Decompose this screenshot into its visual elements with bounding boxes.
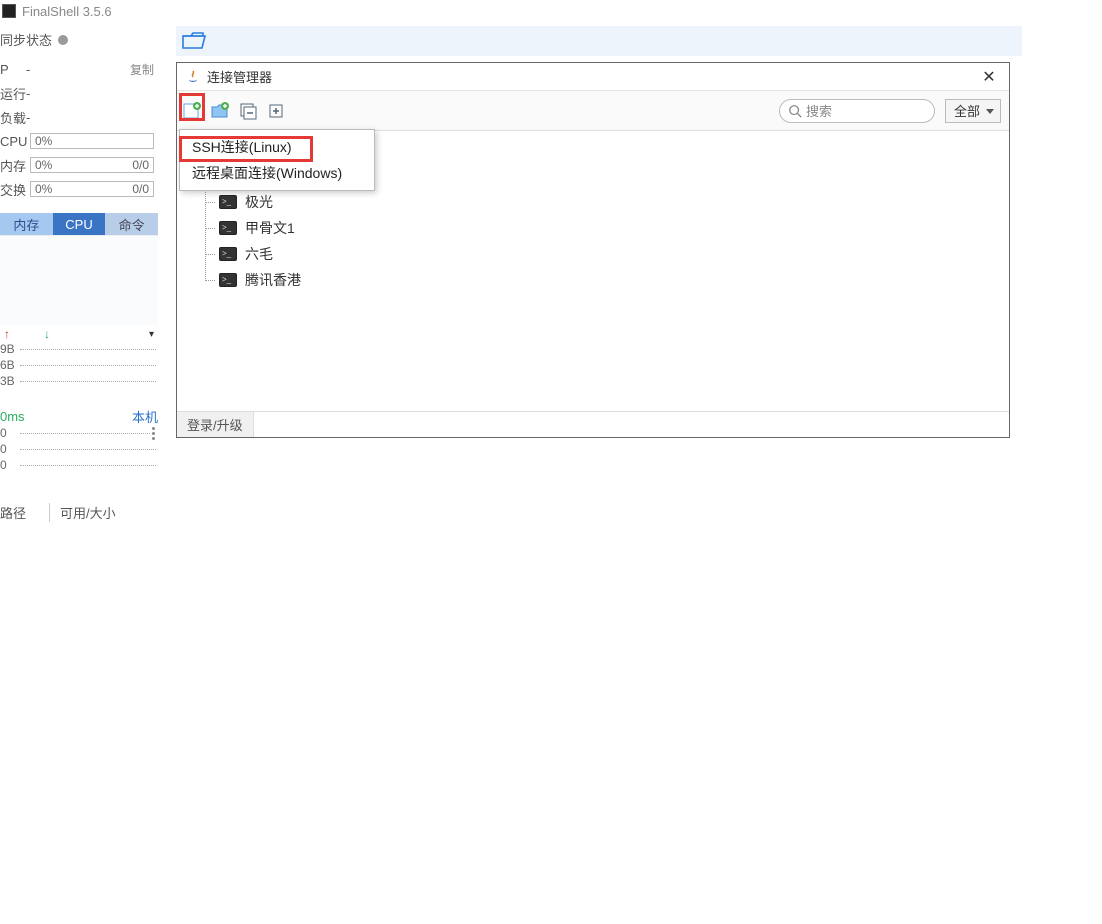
ping-row: 0ms 本机 — [0, 407, 158, 425]
col-path: 路径 — [0, 503, 50, 522]
upload-arrow-icon: ↑ — [4, 327, 10, 341]
load-label: 负载 — [0, 108, 26, 127]
copy-button[interactable]: 复制 — [130, 61, 154, 78]
net-label-2: 6B — [0, 358, 18, 372]
net-updown-row: ↑ ↓ ▾ — [0, 327, 158, 341]
net-row-2: 6B — [0, 357, 158, 373]
expand-all-icon[interactable] — [265, 100, 287, 122]
tab-bar — [176, 26, 1022, 56]
ping-ms: 0ms — [0, 409, 25, 424]
swap-value: 0% — [35, 182, 52, 196]
new-connection-menu: SSH连接(Linux) 远程桌面连接(Windows) — [179, 129, 375, 191]
sidebar: 同步状态 P - 复制 运行 - 负载 - CPU 0% 内存 0% — [0, 22, 160, 577]
mem-value: 0% — [35, 158, 52, 172]
tree-item-label: 极光 — [245, 192, 273, 212]
connection-manager-bottom-bar: 登录/升级 — [177, 411, 1009, 437]
mem-meter: 0% 0/0 — [30, 157, 154, 173]
net-row-3: 3B — [0, 373, 158, 389]
search-icon — [788, 104, 802, 118]
row-run: 运行 - — [0, 81, 158, 105]
collapse-all-icon[interactable] — [237, 100, 259, 122]
search-placeholder: 搜索 — [806, 101, 832, 120]
tree-item-label: 六毛 — [245, 244, 273, 264]
main-area: 连接管理器 ✕ — [160, 22, 1102, 577]
sync-status-row: 同步状态 — [0, 26, 158, 57]
open-folder-icon[interactable] — [182, 31, 208, 51]
tree-item[interactable]: 腾讯香港 — [197, 267, 1009, 293]
tab-cmd[interactable]: 命令 — [105, 213, 158, 235]
net-dots — [20, 349, 156, 350]
swap-label: 交换 — [0, 180, 26, 199]
filter-label: 全部 — [954, 101, 980, 120]
connection-manager-titlebar[interactable]: 连接管理器 ✕ — [177, 63, 1009, 91]
app-title-bar: FinalShell 3.5.6 — [0, 0, 1102, 22]
col-avail: 可用/大小 — [50, 503, 116, 522]
search-input[interactable]: 搜索 — [779, 99, 935, 123]
load-value: - — [26, 110, 30, 125]
tab-cpu[interactable]: CPU — [53, 213, 106, 235]
ping-val-2: 0 — [0, 442, 18, 456]
mem-label: 内存 — [0, 156, 26, 175]
ip-label: P — [0, 62, 26, 77]
cpu-label: CPU — [0, 134, 26, 149]
new-folder-icon[interactable] — [209, 100, 231, 122]
new-connection-icon[interactable] — [181, 100, 203, 122]
drag-handle-icon[interactable] — [152, 427, 158, 440]
row-mem: 内存 0% 0/0 — [0, 153, 158, 177]
connection-manager-toolbar: 搜索 全部 — [177, 91, 1009, 131]
close-icon[interactable]: ✕ — [977, 65, 1001, 89]
ip-value: - — [26, 62, 30, 77]
disk-header: 路径 可用/大小 — [0, 503, 158, 521]
java-icon — [185, 69, 201, 85]
row-load: 负载 - — [0, 105, 158, 129]
sync-status-label: 同步状态 — [0, 30, 52, 49]
ping-val-1: 0 — [0, 426, 18, 440]
tree-item[interactable]: 甲骨文1 — [197, 215, 1009, 241]
mem-right: 0/0 — [132, 158, 149, 172]
ping-val-3: 0 — [0, 458, 18, 472]
cpu-meter: 0% — [30, 133, 154, 149]
login-upgrade-button[interactable]: 登录/升级 — [177, 412, 254, 437]
chart-area — [0, 235, 158, 325]
terminal-icon — [219, 221, 237, 235]
net-dots — [20, 381, 156, 382]
net-label-3: 3B — [0, 374, 18, 388]
download-arrow-icon: ↓ — [44, 327, 50, 341]
sync-status-dot — [58, 35, 68, 45]
menu-item-ssh-linux[interactable]: SSH连接(Linux) — [180, 134, 374, 160]
app-icon — [2, 4, 16, 18]
run-value: - — [26, 86, 30, 101]
row-swap: 交换 0% 0/0 — [0, 177, 158, 201]
ping-row-3: 0 — [0, 457, 158, 473]
tree-item-label: 腾讯香港 — [245, 270, 301, 290]
tab-mem[interactable]: 内存 — [0, 213, 53, 235]
terminal-icon — [219, 195, 237, 209]
net-label-1: 9B — [0, 342, 18, 356]
run-label: 运行 — [0, 84, 26, 103]
tree-item[interactable]: 六毛 — [197, 241, 1009, 267]
terminal-icon — [219, 247, 237, 261]
sidebar-tabs: 内存 CPU 命令 — [0, 213, 158, 235]
ping-row-2: 0 — [0, 441, 158, 457]
swap-right: 0/0 — [132, 182, 149, 196]
app-title: FinalShell 3.5.6 — [22, 4, 112, 19]
net-row-1: 9B — [0, 341, 158, 357]
tree-item[interactable]: 极光 — [197, 189, 1009, 215]
ping-row-1: 0 — [0, 425, 158, 441]
filter-select[interactable]: 全部 — [945, 99, 1001, 123]
row-cpu: CPU 0% — [0, 129, 158, 153]
net-dots — [20, 365, 156, 366]
tree-item-label: 甲骨文1 — [245, 218, 295, 238]
row-ip: P - 复制 — [0, 57, 158, 81]
terminal-icon — [219, 273, 237, 287]
collapse-caret-icon[interactable]: ▾ — [149, 329, 154, 340]
disk-table-empty — [0, 521, 158, 577]
connection-manager-title: 连接管理器 — [207, 67, 272, 86]
swap-meter: 0% 0/0 — [30, 181, 154, 197]
ping-host[interactable]: 本机 — [132, 407, 158, 426]
connection-manager-window: 连接管理器 ✕ — [176, 62, 1010, 438]
menu-item-rdp-windows[interactable]: 远程桌面连接(Windows) — [180, 160, 374, 186]
cpu-value: 0% — [35, 134, 52, 148]
